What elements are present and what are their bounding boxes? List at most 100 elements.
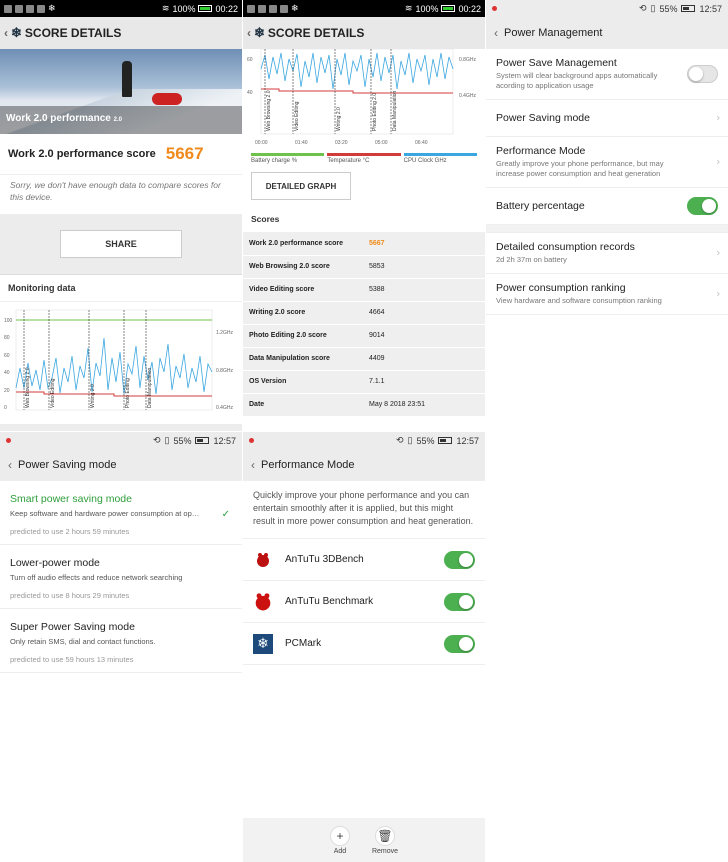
back-chevron-icon[interactable]: ‹: [4, 26, 8, 40]
monitoring-chart-zoom: 60 40 0.8GHz 0.4GHz 00:00 01:40 03:20 05…: [247, 49, 476, 146]
snowflake-icon: ❄: [291, 3, 299, 13]
super-power-saving-mode-option[interactable]: Super Power Saving mode Only retain SMS,…: [0, 609, 242, 673]
antutu-3dbench-icon: [253, 550, 273, 570]
notification-icon: [269, 4, 277, 13]
battery-percentage-toggle[interactable]: [687, 197, 718, 215]
clock: 12:57: [699, 3, 722, 14]
back-chevron-icon[interactable]: ‹: [8, 458, 12, 472]
app-header: ‹ Power Saving mode: [0, 449, 242, 481]
app-header: ‹ ❄ SCORE DETAILS: [0, 17, 242, 49]
lower-power-mode-option[interactable]: Lower-power mode Turn off audio effects …: [0, 545, 242, 609]
battery-icon: [438, 437, 453, 444]
remove-button[interactable]: 🗑 Remove: [372, 825, 398, 855]
antutu-3dbench-toggle[interactable]: [444, 550, 475, 569]
battery-percent: 55%: [173, 435, 192, 446]
chart-legend: Battery charge % Temperature °C CPU Cloc…: [243, 153, 485, 164]
chart-marker: Web Browsing 2.0: [266, 90, 272, 131]
chart-marker: Video Editing: [294, 101, 300, 131]
y-tick: 0: [4, 405, 7, 411]
notification-icon: [4, 4, 12, 13]
x-tick: 00:00: [255, 140, 268, 146]
vibrate-icon: ▯: [407, 435, 413, 445]
y-tick: 40: [247, 90, 253, 96]
smart-power-saving-mode-option[interactable]: Smart power saving mode Keep software an…: [0, 481, 242, 545]
rotate-icon: ⟲: [638, 3, 647, 13]
detailed-consumption-records-item[interactable]: Detailed consumption records 2d 2h 37m o…: [486, 233, 728, 274]
sled-figure: [152, 93, 182, 105]
battery-icon: [441, 5, 456, 12]
y-tick: 40: [4, 370, 10, 376]
pcmark-toggle[interactable]: [444, 634, 475, 653]
vibrate-icon: ▯: [650, 3, 656, 13]
battery-icon: [195, 437, 210, 444]
notification-icon: [37, 4, 45, 13]
monitoring-chart: 100 80 60 40 20 0 1.2GHz 0.8GHz 0.4GHz W…: [4, 309, 233, 411]
notification-icon: [258, 4, 266, 13]
app-row-antutu-benchmark: AnTuTu Benchmark: [243, 581, 485, 623]
chart-marker: Data Manipulation: [392, 90, 398, 131]
chart-marker: Data Manipulation: [147, 367, 153, 408]
table-row: OS Version 7.1.1: [243, 370, 485, 394]
chart-marker: Web Browsing 2.0: [25, 367, 31, 408]
battery-percent: 55%: [659, 3, 678, 14]
monitoring-title: Monitoring data: [0, 275, 242, 302]
power-save-management-toggle[interactable]: [687, 65, 718, 83]
y2-tick: 0.8GHz: [216, 368, 233, 374]
power-saving-mode-item[interactable]: Power Saving mode ›: [486, 100, 728, 137]
status-bar: ⟲ ▯ 55% 12:57: [486, 0, 728, 17]
power-saving-mode-panel: ⟲ ▯ 55% 12:57 ‹ Power Saving mode Smart …: [0, 432, 242, 862]
performance-mode-item[interactable]: Performance Mode Greatly improve your ph…: [486, 137, 728, 188]
legend-temperature: Temperature °C: [327, 153, 401, 164]
chart-marker: Writing 2.0: [336, 107, 342, 131]
clock: 12:57: [213, 435, 236, 446]
antutu-benchmark-toggle[interactable]: [444, 592, 475, 611]
skier-figure: [122, 61, 132, 97]
table-row: Data Manipulation score 4409: [243, 347, 485, 371]
add-button[interactable]: + Add: [329, 825, 350, 855]
battery-percent: 55%: [416, 435, 435, 446]
rotate-icon: ⟲: [152, 435, 161, 445]
monitoring-section: Monitoring data 100 80 60 40 20 0 1.2GHz…: [0, 274, 242, 424]
back-chevron-icon[interactable]: ‹: [494, 26, 498, 40]
x-tick: 05:00: [375, 140, 388, 146]
hero-image: Work 2.0 performance 2.0: [0, 49, 242, 134]
back-chevron-icon[interactable]: ‹: [247, 26, 251, 40]
legend-cpu: CPU Clock GHz: [403, 153, 477, 164]
battery-percentage-item[interactable]: Battery percentage: [486, 188, 728, 225]
y-tick: 60: [247, 57, 253, 63]
plus-icon: +: [329, 825, 350, 846]
y-tick: 20: [4, 388, 10, 394]
chart-marker: Photo Editing: [125, 378, 131, 408]
y-tick: 80: [4, 335, 10, 341]
y2-tick: 1.2GHz: [216, 330, 233, 336]
score-label: Work 2.0 performance score: [8, 148, 156, 160]
trash-icon: 🗑: [374, 825, 395, 846]
page-title: SCORE DETAILS: [267, 26, 365, 40]
hero-label: Work 2.0 performance 2.0: [0, 106, 242, 134]
app-header: ‹ Power Management: [486, 17, 728, 49]
notification-dot-icon: [6, 438, 11, 443]
checkmark-icon: ✓: [221, 509, 230, 520]
notification-dot-icon: [492, 6, 497, 11]
power-save-management-item[interactable]: Power Save Management System will clear …: [486, 49, 728, 100]
score-details-panel: ❄ ≋ 100% 00:22 ‹ ❄ SCORE DETAILS Work 2.…: [0, 0, 242, 431]
notification-dot-icon: [249, 438, 254, 443]
power-consumption-ranking-item[interactable]: Power consumption ranking View hardware …: [486, 274, 728, 315]
chart-marker: Writing 2.0: [90, 384, 96, 408]
x-tick: 01:40: [295, 140, 308, 146]
clock: 00:22: [215, 3, 238, 14]
table-row: Video Editing score 5388: [243, 278, 485, 302]
share-button[interactable]: SHARE: [60, 230, 182, 258]
scores-table: Work 2.0 performance score 5667 Web Brows…: [243, 232, 485, 417]
performance-mode-description: Quickly improve your phone performance a…: [243, 481, 485, 539]
antutu-benchmark-icon: [253, 592, 273, 612]
table-row: Web Browsing 2.0 score 5853: [243, 255, 485, 279]
battery-percent: 100%: [415, 3, 439, 14]
page-title: Performance Mode: [261, 458, 355, 471]
detailed-graph-button[interactable]: DETAILED GRAPH: [251, 172, 351, 200]
notification-icon: [280, 4, 288, 13]
back-chevron-icon[interactable]: ‹: [251, 458, 255, 472]
chart-marker: Video Editing: [50, 378, 56, 408]
bottom-action-bar: + Add 🗑 Remove: [243, 818, 485, 862]
page-title: Power Saving mode: [18, 458, 117, 471]
